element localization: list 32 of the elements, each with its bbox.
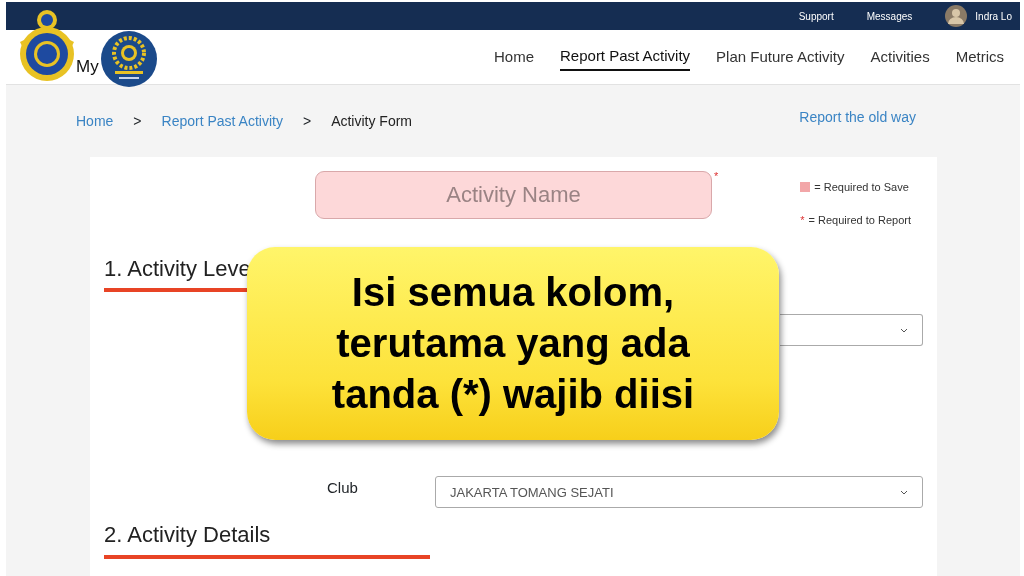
brand-text: My	[76, 56, 99, 79]
club-value: JAKARTA TOMANG SEJATI	[450, 483, 614, 502]
required-asterisk: *	[714, 171, 719, 184]
callout-text: Isi semua kolom, terutama yang ada tanda (*) wajib diisi	[331, 269, 695, 418]
club-label: Club	[326, 478, 359, 499]
chevron-icon	[900, 327, 908, 333]
nav-link[interactable]: Plan Future Activity	[716, 43, 845, 71]
club-dropdown[interactable]: JAKARTA TOMANG SEJATI	[435, 476, 923, 509]
nav-link[interactable]: Report Past Activity	[560, 42, 691, 72]
legend-text: = Required to Report	[808, 212, 911, 228]
required-asterisk: *	[800, 212, 805, 228]
section-heading: 1. Activity Leve	[104, 256, 252, 283]
nav-link[interactable]: Metrics	[955, 43, 1004, 71]
emblem-icon[interactable]	[100, 31, 157, 87]
activity-name-field[interactable]: Activity Name	[315, 171, 712, 219]
nav-link[interactable]: Home	[494, 43, 534, 71]
support-link[interactable]: Support	[798, 8, 834, 24]
breadcrumb-link[interactable]: Home	[76, 110, 114, 132]
breadcrumb-current: Activity Form	[331, 111, 412, 131]
avatar-icon[interactable]	[945, 5, 968, 27]
breadcrumb-separator: >	[133, 111, 142, 131]
breadcrumb-separator: >	[302, 111, 312, 131]
chevron-icon	[900, 489, 908, 495]
breadcrumb-link[interactable]: Report Past Activity	[161, 110, 283, 132]
required-swatch-icon	[800, 182, 811, 193]
nav-link[interactable]: Activities	[870, 43, 930, 71]
legend-text: = Required to Save	[814, 180, 909, 195]
messages-link[interactable]: Messages	[866, 8, 913, 24]
report-old-way-link[interactable]: Report the old way	[799, 106, 916, 128]
section-heading: 2. Activity Details	[104, 522, 272, 549]
dropdown-field[interactable]	[780, 314, 923, 347]
user-name[interactable]: Indra Lo	[975, 8, 1012, 24]
